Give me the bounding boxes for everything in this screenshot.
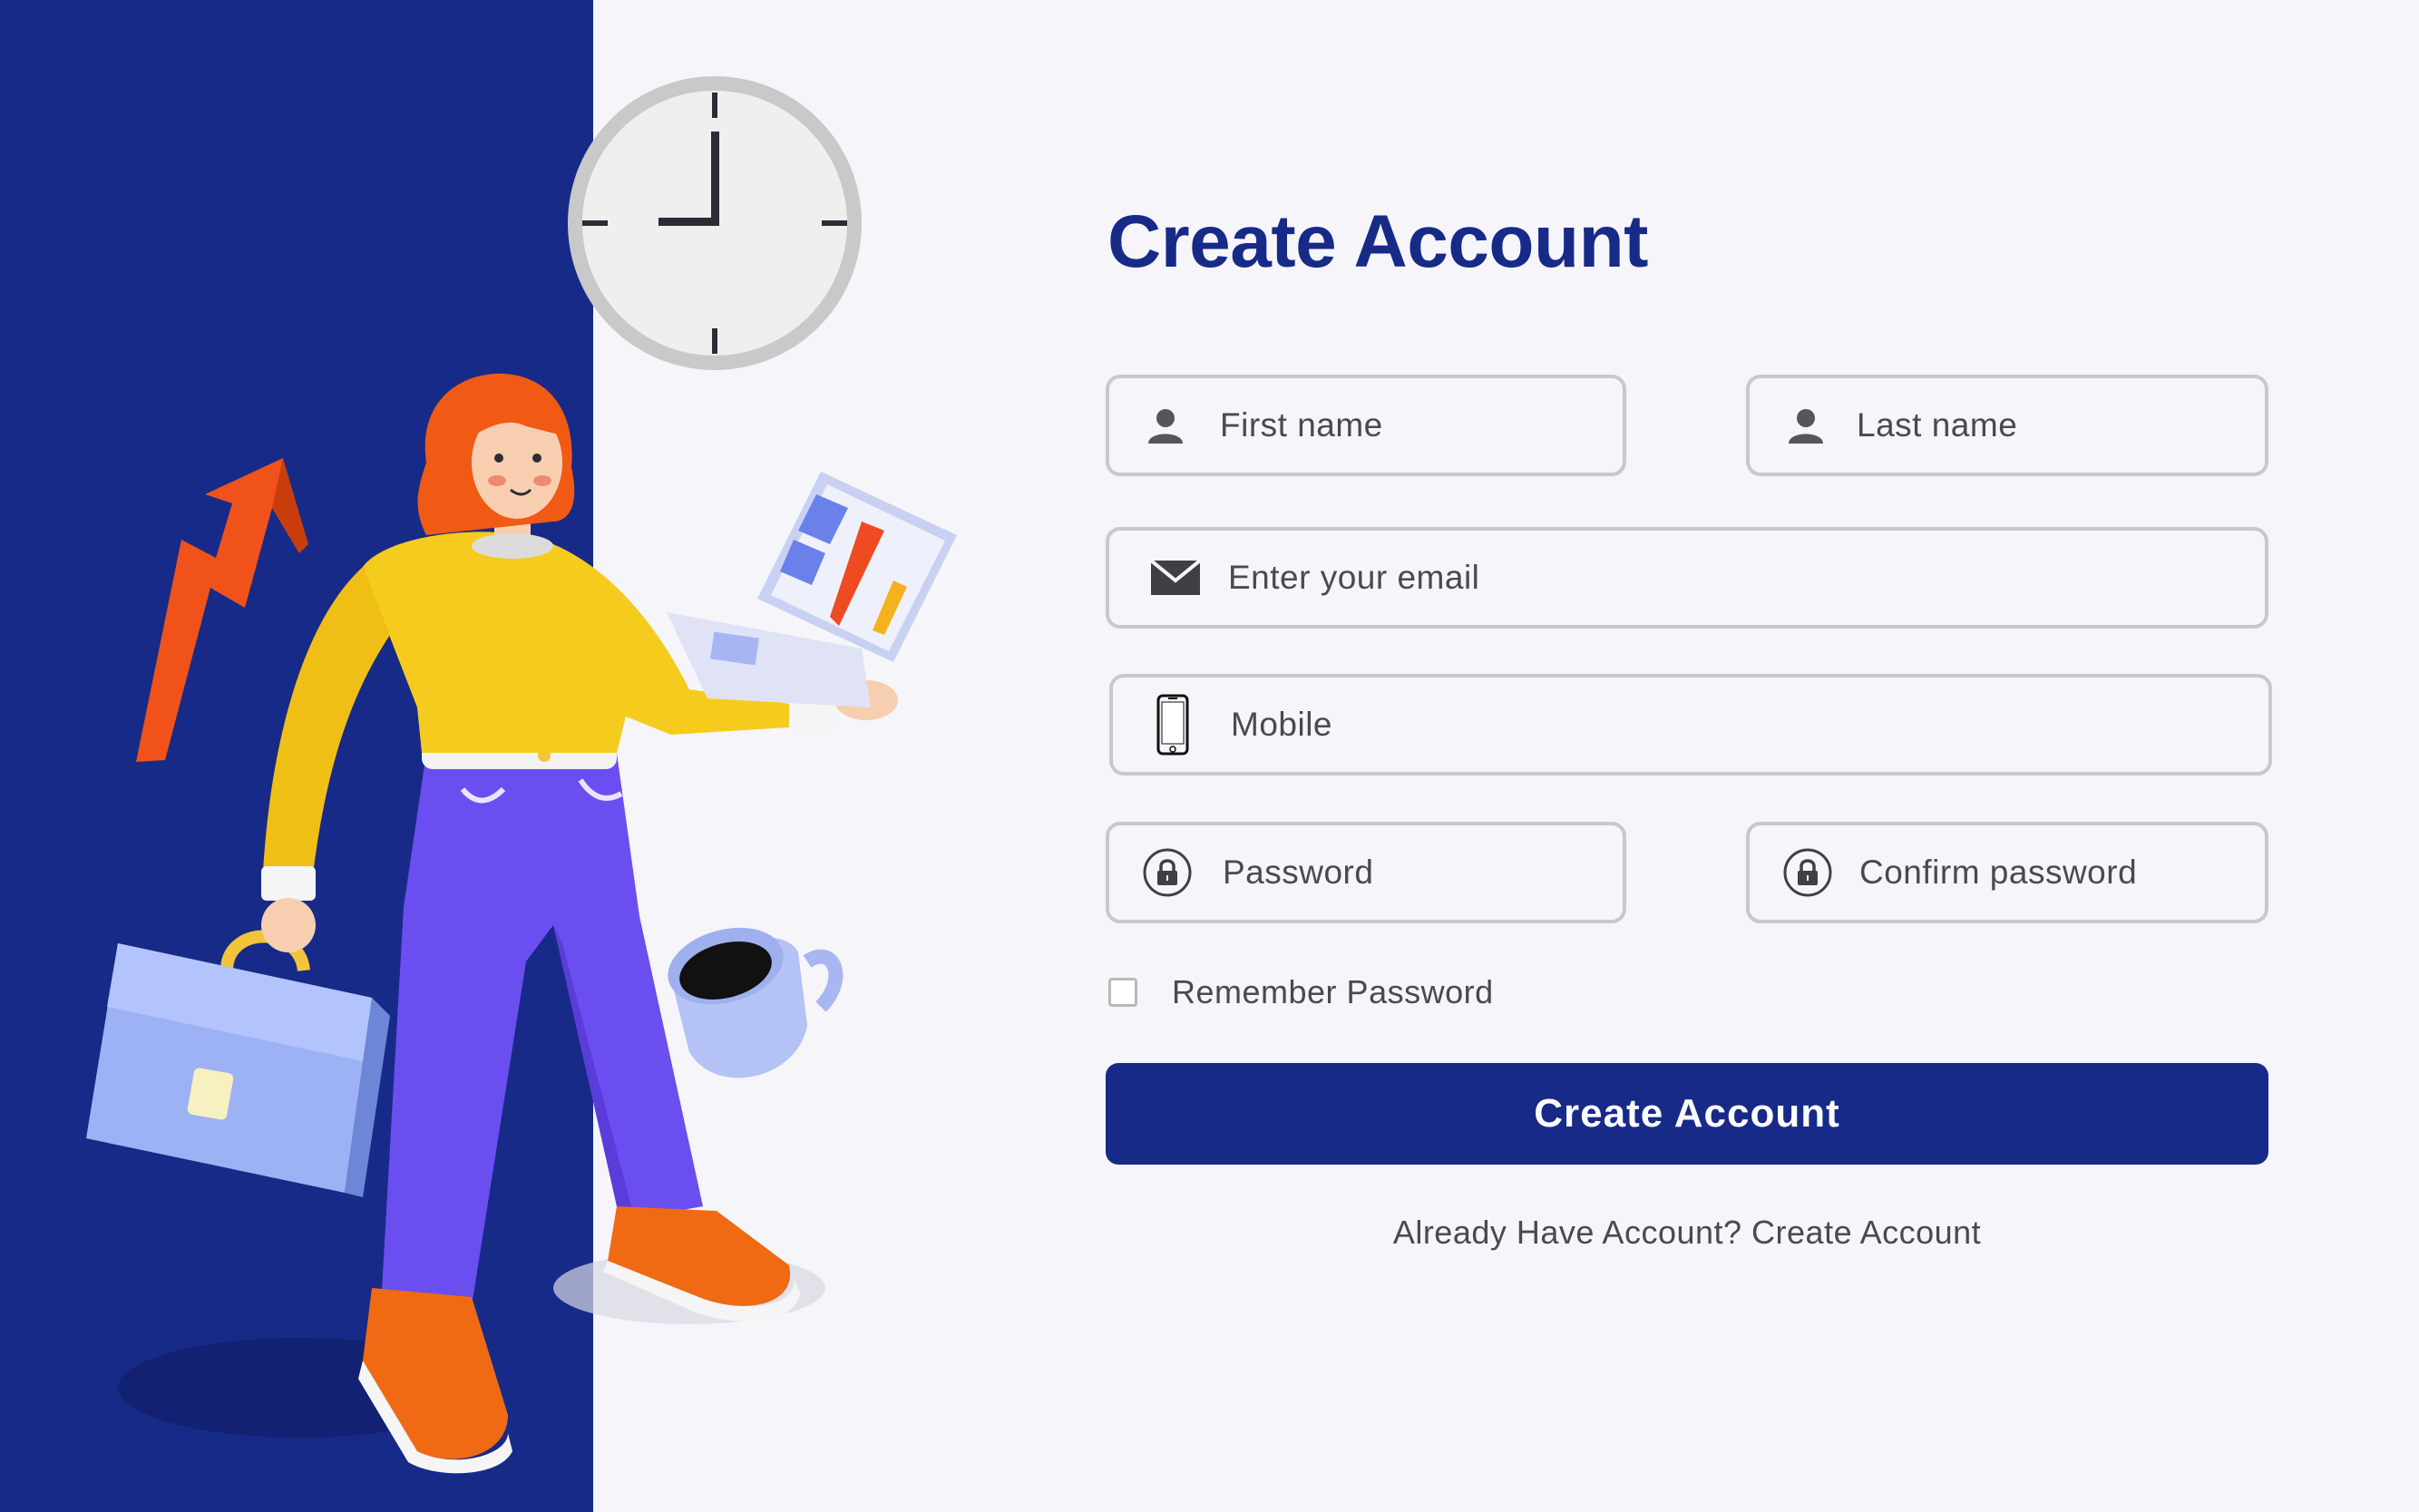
page-title: Create Account (1107, 200, 1649, 283)
clock-icon (568, 76, 862, 370)
email-field[interactable]: Enter your email (1106, 527, 2268, 629)
password-placeholder: Password (1223, 854, 1374, 891)
remember-password-label[interactable]: Remember Password (1172, 973, 1494, 1011)
confirm-password-field[interactable]: Confirm password (1746, 822, 2268, 923)
last-name-field[interactable]: Last name (1746, 375, 2268, 476)
already-have-account-link[interactable]: Already Have Account? Create Account (1106, 1214, 2268, 1252)
last-name-placeholder: Last name (1857, 406, 2018, 444)
laptop-icon (667, 472, 957, 707)
phone-icon (1156, 694, 1189, 756)
user-icon (1786, 405, 1826, 445)
first-name-placeholder: First name (1220, 406, 1383, 444)
first-name-field[interactable]: First name (1106, 375, 1626, 476)
growth-arrow-icon (136, 458, 308, 762)
create-account-button[interactable]: Create Account (1106, 1063, 2268, 1165)
create-account-form: Create Account First name Last name Ente… (1106, 0, 2272, 1512)
mobile-field[interactable]: Mobile (1109, 674, 2272, 776)
briefcase-icon (86, 930, 390, 1197)
remember-password-checkbox[interactable] (1108, 978, 1137, 1007)
confirm-password-placeholder: Confirm password (1859, 854, 2138, 891)
user-icon (1146, 405, 1185, 445)
illustration (86, 76, 957, 1474)
password-field[interactable]: Password (1106, 822, 1626, 923)
mail-icon (1151, 561, 1200, 595)
email-placeholder: Enter your email (1228, 559, 1480, 596)
lock-icon (1782, 847, 1833, 898)
coffee-mug-icon (668, 927, 844, 1078)
remember-password-row[interactable]: Remember Password (1108, 973, 1494, 1011)
mobile-placeholder: Mobile (1231, 706, 1332, 743)
lock-icon (1142, 847, 1193, 898)
